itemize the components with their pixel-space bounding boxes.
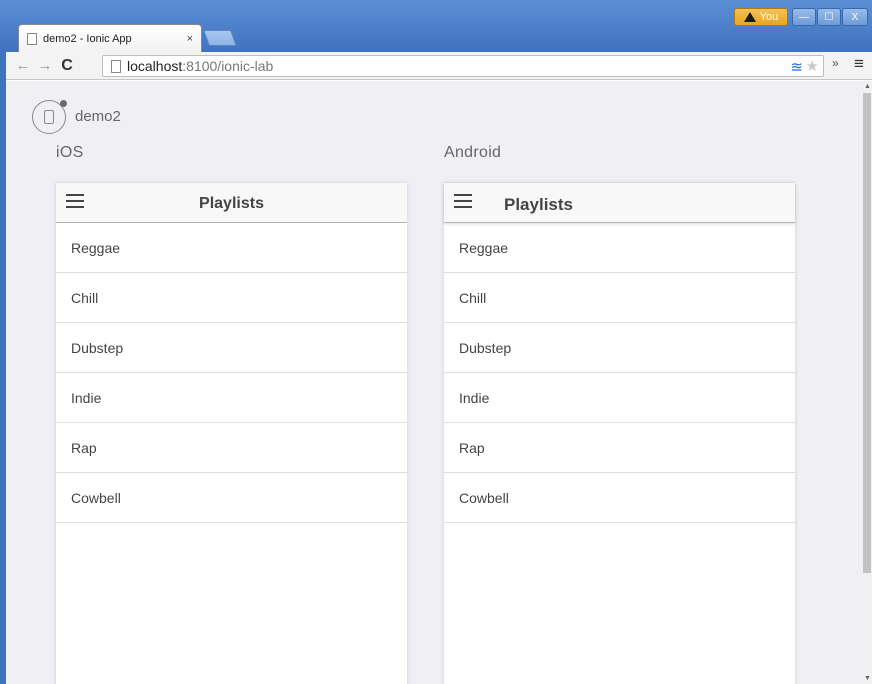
list-item[interactable]: Cowbell: [444, 473, 795, 523]
list-item[interactable]: Reggae: [444, 223, 795, 273]
page-icon: [27, 32, 37, 45]
list-item[interactable]: Cowbell: [56, 473, 407, 523]
browser-tab[interactable]: demo2 - Ionic App ×: [18, 24, 202, 52]
new-tab-button[interactable]: [203, 30, 237, 46]
page-scrollbar[interactable]: ▲ ▼: [862, 81, 872, 684]
list-item[interactable]: Indie: [56, 373, 407, 423]
url-text[interactable]: localhost:8100/ionic-lab: [127, 58, 273, 74]
tab-close-icon[interactable]: ×: [187, 33, 193, 45]
forward-button[interactable]: →: [34, 55, 56, 77]
playlist-list: Reggae Chill Dubstep Indie Rap Cowbell: [56, 223, 407, 523]
list-item[interactable]: Rap: [56, 423, 407, 473]
profile-label: You: [759, 11, 779, 23]
cast-icon[interactable]: ≊: [790, 58, 803, 76]
maximize-button[interactable]: ☐: [817, 8, 841, 26]
list-item[interactable]: Dubstep: [56, 323, 407, 373]
app-name: demo2: [75, 108, 121, 125]
url-path: :8100/ionic-lab: [182, 58, 274, 74]
page-icon: [111, 59, 121, 73]
back-button[interactable]: ←: [12, 55, 34, 77]
scroll-up-icon[interactable]: ▲: [864, 83, 871, 90]
browser-menu-icon[interactable]: ≡: [854, 54, 864, 74]
ios-header-bar: Playlists: [56, 183, 407, 223]
list-item[interactable]: Rap: [444, 423, 795, 473]
list-item[interactable]: Chill: [444, 273, 795, 323]
extensions-overflow-icon[interactable]: »: [832, 56, 839, 70]
platform-label-android: Android: [444, 144, 502, 161]
ionic-lab-page: demo2 iOS Android Playlists Reggae Chill…: [6, 81, 862, 684]
list-item[interactable]: Indie: [444, 373, 795, 423]
ios-device-preview: Playlists Reggae Chill Dubstep Indie Rap…: [56, 183, 407, 684]
scrollbar-thumb[interactable]: [863, 93, 871, 573]
list-item[interactable]: Dubstep: [444, 323, 795, 373]
close-window-button[interactable]: X: [842, 8, 868, 26]
list-item[interactable]: Chill: [56, 273, 407, 323]
list-item[interactable]: Reggae: [56, 223, 407, 273]
bookmark-star-icon[interactable]: ★: [806, 57, 819, 75]
header-title: Playlists: [504, 195, 573, 214]
android-device-preview: Playlists Reggae Chill Dubstep Indie Rap…: [444, 183, 795, 684]
address-bar[interactable]: localhost:8100/ionic-lab ≊ ★: [102, 55, 824, 77]
tab-title: demo2 - Ionic App: [43, 32, 132, 45]
header-title: Playlists: [199, 195, 264, 212]
android-header-bar: Playlists: [444, 183, 795, 223]
profile-button[interactable]: You: [734, 8, 788, 26]
platform-label-ios: iOS: [56, 144, 84, 161]
url-host: localhost: [127, 58, 183, 74]
playlist-list: Reggae Chill Dubstep Indie Rap Cowbell: [444, 223, 795, 523]
warning-icon: [743, 12, 756, 22]
reload-button[interactable]: C: [56, 55, 78, 77]
minimize-button[interactable]: —: [792, 8, 816, 26]
app-logo-icon: [32, 100, 67, 134]
scroll-down-icon[interactable]: ▼: [864, 675, 871, 682]
browser-toolbar: ← → C localhost:8100/ionic-lab ≊ ★ » ≡: [6, 52, 872, 80]
menu-hamburger-icon[interactable]: [454, 194, 472, 208]
